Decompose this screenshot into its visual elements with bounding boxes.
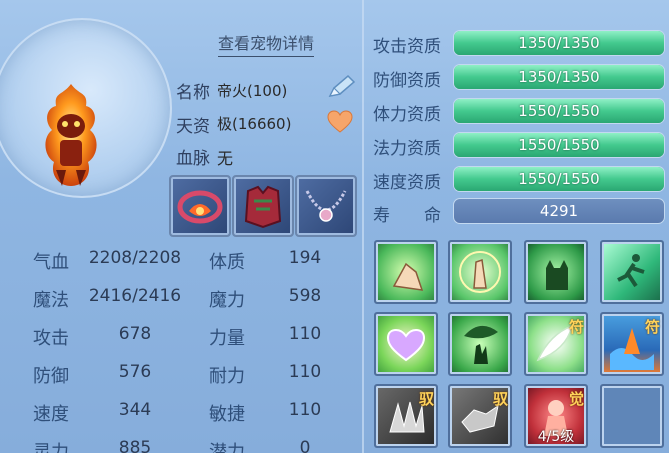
name-value: 帝火(100)	[217, 82, 288, 100]
awaken-badge: 觉	[568, 390, 584, 408]
bloodline-value: 无	[217, 149, 234, 168]
equip-slot-collar[interactable]	[169, 175, 231, 237]
heart-icon[interactable]	[327, 110, 353, 134]
stat-value: 598	[288, 286, 322, 306]
talisman-badge: 符	[644, 318, 660, 336]
aptitude-value: 1550/1550	[518, 170, 600, 188]
stat-label: 魔力	[209, 290, 245, 311]
skill-slot-6[interactable]	[448, 312, 512, 376]
aptitude-label: 防御资质	[373, 71, 441, 91]
aptitude-bar: 1550/1550	[453, 98, 665, 124]
talent-label: 天资	[176, 117, 210, 137]
skill-slot-3[interactable]	[524, 240, 588, 304]
stat-value: 2416/2416	[88, 286, 182, 306]
talent-value: 极(16660)	[217, 115, 292, 133]
skill-slot-5[interactable]	[374, 312, 438, 376]
aptitude-label: 攻击资质	[373, 37, 441, 57]
collar-icon	[177, 190, 223, 224]
aptitude-bar: 1550/1550	[453, 132, 665, 158]
equip-slot-necklace[interactable]	[295, 175, 357, 237]
aptitude-label: 速度资质	[373, 173, 441, 193]
aptitude-value: 1550/1550	[518, 136, 600, 154]
rename-pencil-icon[interactable]	[326, 74, 356, 100]
stat-label: 体质	[209, 252, 245, 273]
stat-label: 潜力	[209, 442, 245, 453]
divider	[362, 0, 364, 453]
talisman-badge: 符	[568, 318, 584, 336]
armor-icon	[244, 185, 282, 229]
bloodline-label: 血脉	[176, 149, 210, 169]
aptitude-value: 1350/1350	[518, 34, 600, 52]
skill-slot-2[interactable]	[448, 240, 512, 304]
stat-label: 灵力	[33, 442, 69, 453]
stat-value: 110	[288, 362, 322, 382]
stat-value: 344	[118, 400, 152, 420]
stat-label: 力量	[209, 328, 245, 349]
sprint-skill-icon	[617, 254, 645, 288]
heart-skill-icon	[386, 328, 426, 362]
skill-slot-4[interactable]	[600, 240, 664, 304]
pet-panel: 查看宠物详情 名称 帝火(100) 天资 极(16660) 血脉 无 气血 220…	[0, 0, 669, 453]
skill-slot-8[interactable]: 符	[600, 312, 664, 376]
stat-label: 敏捷	[209, 404, 245, 425]
stat-label: 防御	[33, 366, 69, 387]
stat-label: 魔法	[33, 290, 69, 311]
stat-value: 885	[118, 438, 152, 453]
skill-slot-10[interactable]: 驭	[448, 384, 512, 448]
view-pet-details-link[interactable]: 查看宠物详情	[218, 30, 315, 57]
skill-slot-9[interactable]: 驭	[374, 384, 438, 448]
stat-label: 攻击	[33, 328, 69, 349]
cat-spirit-skill-icon	[546, 260, 568, 290]
aptitude-bar: 1350/1350	[453, 30, 665, 56]
aptitude-bar: 1550/1550	[453, 166, 665, 192]
aptitude-label: 体力资质	[373, 105, 441, 125]
stat-value: 194	[288, 248, 322, 268]
tame-badge: 驭	[418, 390, 434, 408]
tame-badge: 驭	[492, 390, 508, 408]
hand-strike-skill-icon	[392, 262, 424, 291]
lifespan-value: 4291	[539, 202, 579, 220]
aptitude-bar: 1350/1350	[453, 64, 665, 90]
fire-pet-icon	[45, 84, 97, 186]
lifespan-label: 寿 命	[373, 206, 441, 226]
skill-slot-empty[interactable]	[600, 384, 664, 448]
stat-value: 2208/2208	[88, 248, 182, 268]
stat-value: 678	[118, 324, 152, 344]
stat-value: 110	[288, 324, 322, 344]
stat-value: 0	[299, 438, 311, 453]
skill-slot-7[interactable]: 符	[524, 312, 588, 376]
stat-label: 速度	[33, 404, 69, 425]
skill-slot-11[interactable]: 觉 4/5级	[524, 384, 588, 448]
skill-slot-1[interactable]	[374, 240, 438, 304]
palm-aura-skill-icon	[459, 251, 501, 293]
skill-level: 4/5级	[537, 429, 575, 445]
equip-slot-armor[interactable]	[232, 175, 294, 237]
necklace-icon	[305, 190, 347, 222]
aptitude-label: 法力资质	[373, 139, 441, 159]
aptitude-value: 1350/1350	[518, 68, 600, 86]
leaf-grasp-skill-icon	[464, 325, 498, 364]
stat-label: 气血	[33, 252, 69, 273]
stat-label: 耐力	[209, 366, 245, 387]
aptitude-value: 1550/1550	[518, 102, 600, 120]
stat-value: 576	[118, 362, 152, 382]
lifespan-bar: 4291	[453, 198, 665, 224]
name-label: 名称	[176, 83, 210, 103]
stat-value: 110	[288, 400, 322, 420]
